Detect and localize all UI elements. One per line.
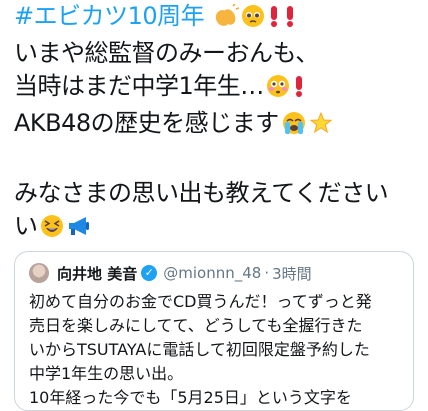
tweet-line-3-text: 当時はまだ中学1年生…	[14, 72, 264, 100]
tweet-line-1: #エビカツ10周年	[14, 0, 424, 37]
heavy-exclamation-icon	[292, 74, 306, 107]
tweet-line-4: AKB48の歴史を感じます	[14, 107, 424, 144]
tweet-line-6: い	[14, 210, 424, 247]
tweet-line-6-text: い	[14, 212, 38, 240]
tweet-line-3: 当時はまだ中学1年生…	[14, 70, 424, 107]
quoted-line-4: 中学1年生の思い出。	[29, 364, 184, 383]
quoted-tweet-timestamp[interactable]: 3時間	[272, 263, 312, 284]
megaphone-icon	[66, 214, 92, 247]
avatar[interactable]	[29, 263, 49, 283]
quoted-tweet-header: 向井地 美音 ✓ @mionnn_48 · 3時間	[29, 262, 312, 284]
verified-badge-icon: ✓	[141, 265, 158, 281]
tweet-line-5: みなさまの思い出も教えてください	[14, 179, 389, 207]
clapping-hands-icon	[213, 3, 240, 37]
header-separator: ·	[264, 264, 270, 282]
quoted-line-1: 初めて自分のお金でCD買うんだ！ってずっと発	[29, 292, 372, 311]
tweet-body: #エビカツ10周年 いまや総監督のみーおんも、 当時はまだ中学1年生… AKB4…	[14, 0, 424, 247]
quoted-tweet-text: 初めて自分のお金でCD買うんだ！ってずっと発 売日を楽しみにしてて、どうしても全…	[29, 290, 409, 410]
quoted-author-handle[interactable]: @mionnn_48	[163, 264, 261, 282]
heavy-exclamation-icon	[267, 4, 281, 37]
quoted-tweet-card[interactable]: 向井地 美音 ✓ @mionnn_48 · 3時間 初めて自分のお金でCD買うん…	[14, 251, 414, 411]
heavy-exclamation-icon	[283, 4, 297, 37]
glowing-star-icon	[309, 111, 333, 144]
grinning-squinting-face-icon	[40, 214, 64, 247]
hashtag-link[interactable]: #エビカツ10周年	[14, 2, 205, 30]
quoted-line-5: 10年経った今でも「5月25日」という文字を	[29, 388, 352, 407]
quoted-line-2: 売日を楽しみにしてて、どうしても全握行きた	[29, 316, 363, 335]
quoted-author-name[interactable]: 向井地 美音	[57, 263, 137, 284]
tweet-line-4-text: AKB48の歴史を感じます	[14, 109, 279, 137]
quoted-line-3: いからTSUTAYAに電話して初回限定盤予約した	[29, 340, 370, 359]
pleading-face-icon	[241, 4, 265, 37]
tweet-line-2: いまや総監督のみーおんも、	[14, 39, 319, 67]
flushed-face-icon	[266, 74, 290, 107]
loudly-crying-face-icon	[281, 111, 307, 144]
